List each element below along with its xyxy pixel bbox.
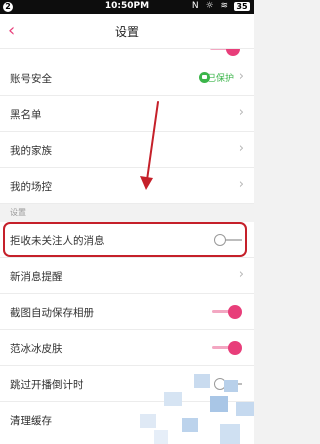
settings-item-skin[interactable]: 范冰冰皮肤 [0,330,254,366]
settings-item-my-control[interactable]: 我的场控 › [0,168,254,204]
settings-item-label: 新消息提醒 [10,271,63,283]
settings-item-label: 账号安全 [10,73,52,85]
toggle-switch-on[interactable] [210,49,240,56]
watermark-mosaic [124,374,254,444]
settings-item-label: 黑名单 [10,109,42,121]
battery-icon: 35 [234,2,250,11]
toggle-switch-on[interactable] [212,305,242,319]
settings-item-my-family[interactable]: 我的家族 › [0,132,254,168]
nav-bar: ‹ 设置 [0,14,254,49]
chevron-right-icon: › [238,69,244,84]
toggle-switch-off[interactable] [214,234,242,246]
settings-item-label: 截图自动保存相册 [10,307,94,319]
chevron-right-icon: › [238,141,244,156]
settings-item-label: 我的家族 [10,145,52,157]
settings-item-label: 拒收未关注人的消息 [10,235,105,247]
page-title: 设置 [114,25,139,39]
settings-item-label: 范冰冰皮肤 [10,343,63,355]
section-header: 设置 [10,208,26,217]
protection-status: 已保护 [206,74,234,84]
toggle-switch-on[interactable] [212,341,242,355]
settings-item-label: 我的场控 [10,181,52,193]
status-bar: 2 10:50PM N ☼ ≋ 35 [0,0,254,14]
settings-item-account-security[interactable]: 账号安全 已保护 › [0,60,254,96]
settings-item-label: 清理缓存 [10,415,52,427]
chevron-right-icon: › [238,267,244,282]
status-icons: N ☼ ≋ [191,1,230,11]
settings-item-new-message-alert[interactable]: 新消息提醒 › [0,258,254,294]
settings-item-label: 跳过开播倒计时 [10,379,84,391]
chevron-right-icon: › [238,105,244,120]
settings-item-screenshot-save[interactable]: 截图自动保存相册 [0,294,254,330]
chevron-right-icon: › [238,177,244,192]
settings-item-reject-strangers[interactable]: 拒收未关注人的消息 [0,222,254,258]
settings-item-blacklist[interactable]: 黑名单 › [0,96,254,132]
